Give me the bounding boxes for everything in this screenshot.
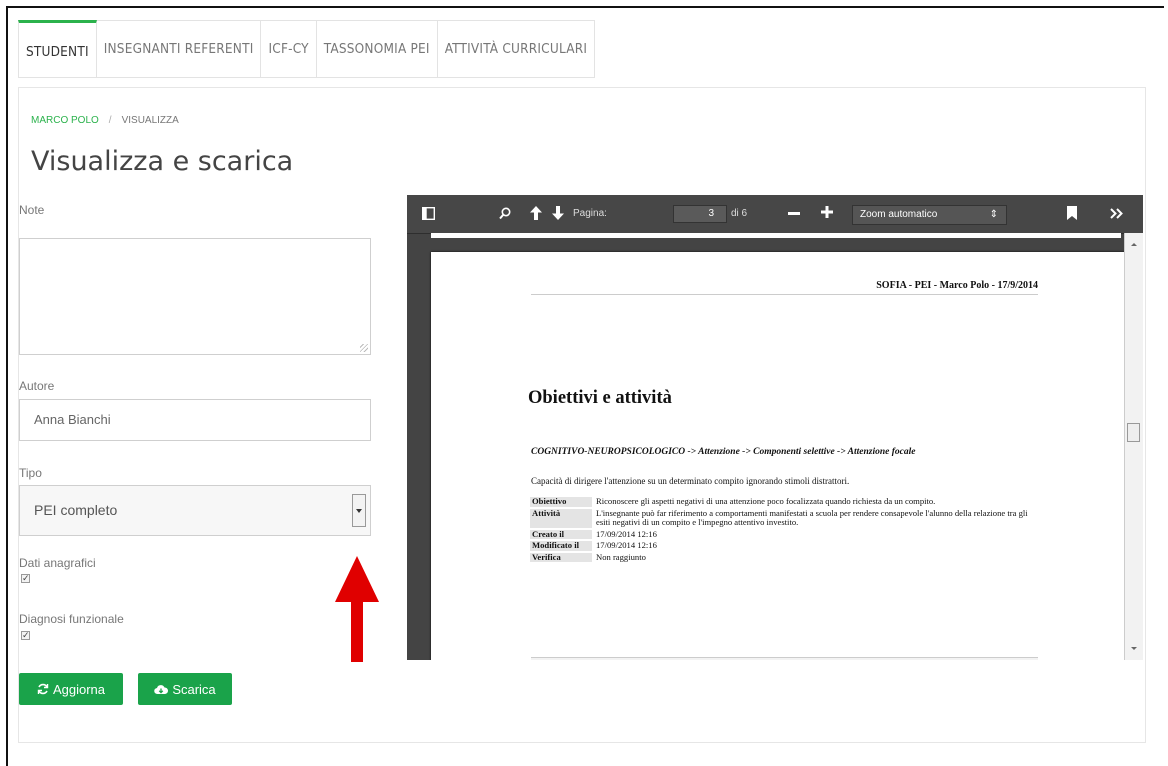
doc-heading: Obiettivi e attività [528,388,672,408]
breadcrumb-separator: / [108,115,112,126]
pdf-viewer: Pagina: 3 di 6 Zoom automatico ⇕ SOFIA -… [407,195,1143,660]
scroll-thumb[interactable] [1127,423,1140,442]
tab-insegnanti-referenti[interactable]: INSEGNANTI REFERENTI [96,20,262,78]
doc-category-path: COGNITIVO-NEUROPSICOLOGICO -> Attenzione… [531,447,916,457]
breadcrumb-current: VISUALIZZA [121,115,179,126]
scroll-up-icon[interactable] [1131,243,1137,246]
row-value: Non raggiunto [596,551,646,562]
row-key: Modificato il [530,540,592,551]
dati-anagrafici-checkbox[interactable]: ✓ [21,574,30,583]
type-label: Tipo [19,466,42,480]
tab-studenti[interactable]: STUDENTI [18,20,97,78]
resize-handle[interactable] [360,344,368,352]
row-key: Attività [530,508,592,528]
row-value: 17/09/2014 12:16 [596,528,657,539]
pdf-toolbar: Pagina: 3 di 6 Zoom automatico ⇕ [407,195,1143,234]
search-icon[interactable] [499,207,511,220]
pdf-page: SOFIA - PEI - Marco Polo - 17/9/2014 Obi… [431,252,1125,660]
doc-header: SOFIA - PEI - Marco Polo - 17/9/2014 [531,280,1038,295]
doc-details-table: Obiettivo Riconoscere gli aspetti negati… [528,495,1038,564]
type-select-value: PEI completo [34,502,118,518]
dati-anagrafici-label: Dati anagrafici [19,556,96,570]
cloud-download-icon [154,684,169,694]
update-button-label: Aggiorna [52,681,106,697]
author-field[interactable]: Anna Bianchi [19,399,371,441]
download-button-label: Scarica [172,681,216,697]
zoom-select-value: Zoom automatico [860,209,938,220]
table-row: Obiettivo Riconoscere gli aspetti negati… [530,496,1036,507]
download-button[interactable]: Scarica [138,673,232,705]
zoom-select[interactable]: Zoom automatico ⇕ [852,205,1007,225]
page-number-input[interactable]: 3 [673,205,727,223]
previous-page-icon[interactable] [530,206,542,221]
chevron-down-icon[interactable] [352,494,366,527]
zoom-out-icon[interactable] [788,212,800,215]
note-textarea[interactable] [19,238,371,355]
pdf-scrollbar[interactable] [1124,233,1143,660]
table-row: Creato il 17/09/2014 12:16 [530,528,1036,539]
tab-tassonomia-pei[interactable]: TASSONOMIA PEI [316,20,438,78]
table-row: Attività L'insegnante può far riferiment… [530,507,1036,528]
row-key: Creato il [530,529,592,539]
row-value: L'insegnante può far riferimento a compo… [596,507,1028,527]
bookmark-icon[interactable] [1067,206,1077,220]
row-value: Riconoscere gli aspetti negativi di una … [596,496,936,506]
refresh-icon [37,683,49,695]
type-select[interactable]: PEI completo [19,485,371,536]
row-key: Obiettivo [530,496,592,507]
row-key: Verifica [530,552,592,562]
page-total: di 6 [731,208,748,219]
main-tabs: STUDENTI INSEGNANTI REFERENTI ICF-CY TAS… [18,20,596,78]
breadcrumb: MARCO POLO / VISUALIZZA [31,115,179,126]
table-row: Modificato il 17/09/2014 12:16 [530,540,1036,551]
tools-menu-icon[interactable] [1110,208,1124,219]
breadcrumb-student-link[interactable]: MARCO POLO [31,115,99,126]
table-row: Verifica Non raggiunto [530,551,1036,562]
diagnosi-funzionale-label: Diagnosi funzionale [19,612,124,626]
sidebar-toggle-icon[interactable] [422,207,435,220]
page-label: Pagina: [573,208,607,219]
doc-end-rule [531,657,1038,660]
previous-page-edge [431,233,1121,238]
tab-attivita-curriculari[interactable]: ATTIVITÀ CURRICULARI [437,20,596,78]
note-label: Note [19,203,45,217]
scroll-down-icon[interactable] [1131,647,1137,650]
red-arrow-annotation [335,556,379,662]
row-value: 17/09/2014 12:16 [596,540,657,550]
next-page-icon[interactable] [552,206,564,221]
select-arrows-icon: ⇕ [989,209,998,220]
update-button[interactable]: Aggiorna [19,673,123,705]
page-title: Visualizza e scarica [31,146,294,177]
tab-icf-cy[interactable]: ICF-CY [261,20,317,78]
diagnosi-funzionale-checkbox[interactable]: ✓ [21,631,30,640]
author-label: Autore [19,379,55,393]
doc-description: Capacità di dirigere l'attenzione su un … [531,476,850,486]
zoom-in-icon[interactable] [821,206,833,218]
